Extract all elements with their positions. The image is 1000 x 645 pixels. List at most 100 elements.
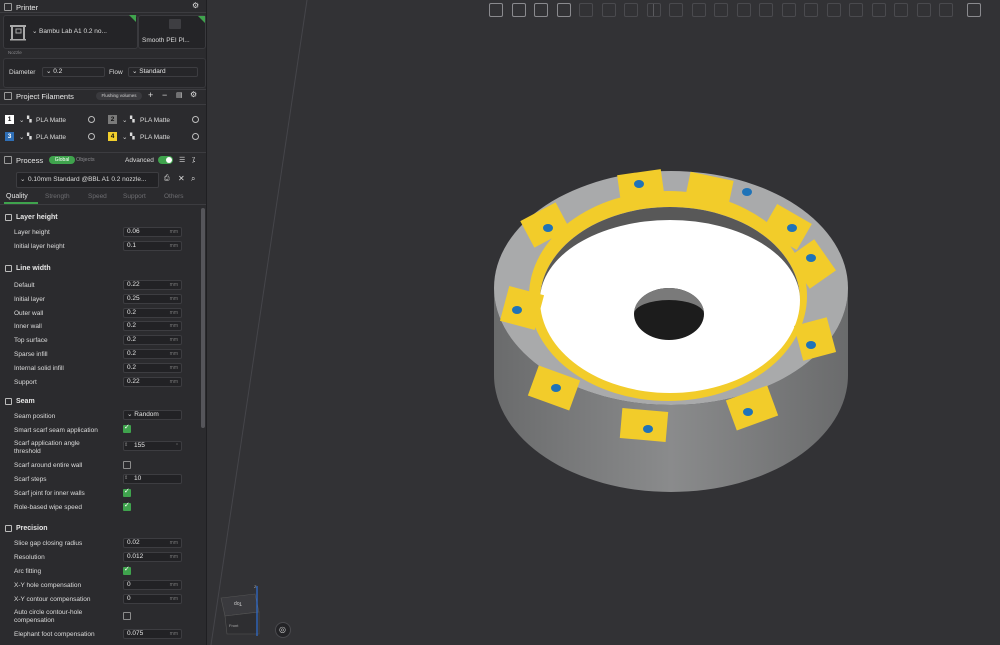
view-cube-front-label: Front — [229, 623, 239, 628]
filament-edit-icon[interactable] — [88, 116, 95, 123]
tab-others[interactable]: Others — [164, 193, 184, 200]
tab-quality[interactable]: Quality — [6, 193, 28, 200]
line-width-input[interactable]: 0.2 mm — [123, 349, 182, 359]
scarf-steps-input[interactable]: 10 — [123, 474, 182, 484]
scarf-inner-label: Scarf joint for inner walls — [14, 490, 85, 497]
scarf-angle-label: Scarf application angle — [14, 440, 80, 447]
3d-viewport[interactable]: Top Front Z ◎ — [207, 0, 1000, 645]
smart-scarf-label: Smart scarf seam application — [14, 427, 98, 434]
setting-label: Default — [14, 282, 35, 289]
add-filament-icon[interactable]: + — [148, 90, 153, 100]
role-wipe-checkbox[interactable] — [123, 501, 131, 511]
filament-edit-icon[interactable] — [192, 133, 199, 140]
spin-arrows-icon[interactable]: ⇕ — [124, 442, 128, 448]
settings-sidebar: Printer ⚙ ⌄ Bambu Lab A1 0.2 no... Smoot… — [0, 0, 207, 645]
setting-label: Outer wall — [14, 309, 44, 317]
printer-settings-gear-icon[interactable]: ⚙ — [192, 1, 199, 10]
xy-contour-input[interactable]: 0 mm — [123, 594, 182, 604]
line-width-input[interactable]: 0.2 mm — [123, 307, 182, 318]
slice-gap-value: 0.02 — [127, 539, 140, 546]
process-icon — [4, 156, 12, 164]
unit-label: mm — [169, 309, 178, 316]
tab-speed[interactable]: Speed — [88, 193, 107, 200]
initial-layer-height-input[interactable]: 0.1 mm — [123, 241, 182, 251]
auto-circle-checkbox[interactable] — [123, 612, 131, 620]
tab-strength[interactable]: Strength — [45, 193, 70, 200]
process-preset-name: 0.10mm Standard @BBL A1 0.2 nozzle... — [28, 176, 147, 183]
filament-type-icon: ▚ — [27, 134, 32, 140]
arc-fitting-checkbox[interactable] — [123, 565, 131, 575]
global-toggle[interactable]: Global — [49, 156, 75, 164]
line-width-input[interactable]: 0.2 mm — [123, 321, 182, 332]
precision-title: Precision — [16, 524, 48, 532]
fit-view-button[interactable]: ◎ — [275, 622, 291, 638]
view-cube[interactable]: Top Front Z — [217, 584, 261, 636]
close-preset-icon[interactable]: ✕ — [178, 174, 185, 183]
line-width-input[interactable]: 0.22 mm — [123, 280, 182, 290]
filament-settings-gear-icon[interactable]: ⚙ — [190, 90, 197, 99]
filament-number-badge: 1 — [5, 115, 14, 124]
line-width-input[interactable]: 0.25 mm — [123, 293, 182, 304]
smart-scarf-checkbox[interactable] — [123, 423, 131, 433]
xy-hole-input[interactable]: 0 mm — [123, 580, 182, 590]
scarf-entire-checkbox[interactable] — [123, 461, 131, 469]
flushing-volumes-button[interactable]: Flushing volumes — [96, 92, 142, 100]
line-width-input[interactable]: 0.2 mm — [123, 335, 182, 346]
filament-name: PLA Matte — [36, 134, 66, 141]
line-width-input[interactable]: 0.2 mm — [123, 362, 182, 373]
setting-value: 0.22 — [127, 377, 140, 385]
sidebar-scrollbar[interactable] — [201, 208, 205, 428]
filament-icon — [4, 92, 12, 100]
plate-selected-indicator-icon — [198, 16, 205, 23]
scarf-inner-checkbox[interactable] — [123, 487, 131, 497]
diameter-select[interactable]: ⌄ 0.2 — [42, 67, 105, 77]
filament-edit-icon[interactable] — [192, 116, 199, 123]
chevron-down-icon: ⌄ — [19, 117, 25, 124]
search-icon[interactable]: ⌕ — [191, 174, 195, 184]
seam-position-select[interactable]: ⌄ Random — [123, 410, 182, 420]
tab-support[interactable]: Support — [123, 193, 146, 200]
process-compare-icon[interactable]: ⁒ — [192, 156, 195, 164]
filament-edit-icon[interactable] — [88, 133, 95, 140]
scarf-angle-value: 155 — [134, 442, 145, 449]
chevron-down-icon: ⌄ — [127, 411, 133, 418]
unit-label: mm — [169, 596, 178, 602]
3d-model-ring[interactable] — [207, 0, 1000, 645]
scarf-steps-label: Scarf steps — [14, 476, 47, 483]
unit-label: mm — [169, 243, 178, 249]
flow-select[interactable]: ⌄ Standard — [128, 67, 198, 77]
elephant-foot-input[interactable]: 0.075 mm — [123, 629, 182, 639]
advanced-switch[interactable] — [158, 156, 173, 164]
plate-name: Smooth PEI Pl... — [142, 37, 190, 44]
scarf-angle-input[interactable]: 155 ° — [123, 441, 182, 451]
setting-label: Initial layer height — [14, 243, 65, 250]
setting-label: Layer height — [14, 229, 50, 236]
save-preset-icon[interactable]: ⎙ — [164, 175, 170, 183]
filament-number-badge: 2 — [108, 115, 117, 124]
process-preset-select[interactable]: ⌄ 0.10mm Standard @BBL A1 0.2 nozzle... — [16, 172, 159, 188]
filament-sync-icon[interactable]: ▤ — [176, 91, 183, 99]
auto-circle-label: Auto circle contour-hole — [14, 609, 83, 616]
line-width-title: Line width — [16, 264, 51, 272]
resolution-input[interactable]: 0.012 mm — [123, 552, 182, 562]
process-list-icon[interactable]: ☰ — [179, 156, 185, 164]
spin-arrows-icon[interactable]: ⇕ — [124, 475, 128, 481]
plate-selector[interactable]: Smooth PEI Pl... — [138, 15, 206, 49]
remove-filament-icon[interactable]: − — [162, 90, 167, 100]
setting-label: Top surface — [14, 337, 48, 345]
objects-toggle[interactable]: Objects — [76, 157, 95, 163]
target-icon: ◎ — [279, 625, 286, 634]
printer-selector[interactable]: ⌄ Bambu Lab A1 0.2 no... — [3, 15, 138, 49]
xy-contour-value: 0 — [127, 595, 131, 602]
layer-height-input[interactable]: 0.06 mm — [123, 227, 182, 237]
slice-gap-input[interactable]: 0.02 mm — [123, 538, 182, 548]
nozzle-caption: Nozzle — [8, 50, 22, 55]
line-width-section: Line width — [0, 262, 200, 274]
switch-knob-icon — [166, 157, 172, 163]
slice-gap-label: Slice gap closing radius — [14, 540, 83, 547]
chevron-down-icon: ⌄ — [132, 68, 138, 75]
xy-contour-label: X-Y contour compensation — [14, 596, 91, 603]
chevron-down-icon: ⌄ — [32, 28, 38, 35]
line-width-input[interactable]: 0.22 mm — [123, 376, 182, 387]
setting-value: 0.2 — [127, 350, 137, 357]
